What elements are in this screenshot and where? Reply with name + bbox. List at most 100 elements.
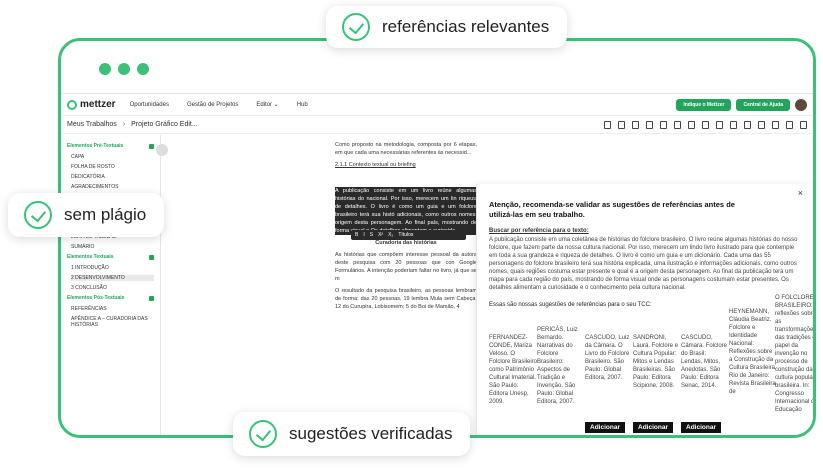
doc-paragraph: Como proposto na metodologia, composta p…	[335, 142, 477, 156]
callout-text: sem plágio	[64, 205, 147, 224]
doc-subheading: Curadoria das histórias	[375, 240, 437, 246]
doc-highlighted-text: A publicação consiste em um livro reúne …	[335, 187, 477, 235]
check-circle-icon	[249, 420, 277, 448]
toolbar-icon-15[interactable]	[800, 120, 807, 129]
strike-button[interactable]: S	[370, 232, 373, 238]
breadcrumb-project[interactable]: Projeto Gráfico Edit...	[131, 121, 198, 128]
window-controls	[99, 63, 149, 75]
toolbar-icon-3[interactable]	[632, 120, 639, 129]
sidebar-item-label: 2 DESENVOLVIMENTO	[71, 275, 125, 281]
add-reference-button[interactable]: Adicionar	[633, 422, 673, 433]
sidebar-collapse-button[interactable]	[156, 144, 168, 156]
sidebar-item-dedicatoria[interactable]: DEDICATÓRIA	[71, 174, 154, 180]
sidebar-item-label: AGRADECIMENTOS	[71, 184, 119, 190]
search-text: A publicação consiste em uma coletânea d…	[489, 237, 798, 291]
callout-no-plagiarism: sem plágio	[8, 193, 165, 237]
reference-item: CASCUDO, Câmara. Folclore do Brasil: Len…	[681, 335, 728, 389]
nav-actions: Indique o Mettzer Central de Ajuda	[676, 98, 807, 111]
marketing-stage: mettzer Oportunidades Gestão de Projetos…	[0, 0, 823, 468]
document-page[interactable]: Como proposto na metodologia, composta p…	[331, 135, 481, 435]
nav-hub[interactable]: Hub	[297, 102, 308, 108]
document-sidebar: Elementos Pré-Textuais CAPA FOLHA DE ROS…	[61, 135, 161, 435]
sidebar-item-label: FOLHA DE ROSTO	[71, 164, 115, 170]
sidebar-item-capa[interactable]: CAPA	[71, 154, 154, 160]
callout-relevant-references: referências relevantes	[326, 6, 568, 48]
sidebar-item-introducao[interactable]: 1 INTRODUÇÃO	[71, 265, 154, 271]
window-dot-3[interactable]	[137, 63, 149, 75]
format-toolbar: B I S X² X₂ Títulos	[351, 230, 466, 240]
subscript-button[interactable]: X₂	[388, 232, 393, 238]
italic-button[interactable]: I	[363, 232, 364, 238]
sidebar-section-title: Elementos Pós-Textuais	[67, 295, 125, 301]
reference-item: SANDRONI, Laurá. Folclore e Cultura Popu…	[633, 335, 679, 389]
document-toolbar	[604, 120, 807, 129]
toolbar-icon-10[interactable]	[730, 120, 737, 129]
chevron-right-icon: ›	[122, 121, 126, 128]
toolbar-icon-12[interactable]	[758, 120, 765, 129]
sidebar-section-post-textual[interactable]: Elementos Pós-Textuais	[67, 295, 154, 301]
editor-app: mettzer Oportunidades Gestão de Projetos…	[61, 93, 813, 435]
toolbar-icon-11[interactable]	[744, 120, 751, 129]
app-window-frame: mettzer Oportunidades Gestão de Projetos…	[58, 38, 816, 438]
sidebar-item-folha-rosto[interactable]: FOLHA DE ROSTO	[71, 164, 154, 170]
toolbar-icon-7[interactable]	[688, 120, 695, 129]
checkbox-icon[interactable]	[149, 295, 154, 301]
sidebar-item-label: APÊNDICE A – CURADORIA DAS HISTÓRIAS	[71, 316, 148, 328]
reference-list: FERNANDEZ-CONDE, Mariza Veloso. O Folclo…	[489, 295, 813, 433]
toolbar-icon-1[interactable]	[604, 120, 611, 129]
reference-item: HEYNEMANN, Cláudia Beatriz. Folclore e I…	[729, 309, 777, 395]
toolbar-icon-6[interactable]	[674, 120, 681, 129]
reference-suggestions-panel: × Atenção, recomenda-se validar as suges…	[476, 184, 813, 435]
sidebar-section-textual[interactable]: Elementos Textuais	[67, 254, 154, 260]
breadcrumb: Meus Trabalhos › Projeto Gráfico Edit...	[61, 116, 813, 134]
breadcrumb-my-works[interactable]: Meus Trabalhos	[67, 121, 117, 128]
check-circle-icon	[342, 13, 370, 41]
sidebar-item-conclusao[interactable]: 3 CONCLUSÃO	[71, 285, 154, 291]
headings-button[interactable]: Títulos	[398, 232, 413, 238]
bold-button[interactable]: B	[355, 232, 358, 238]
nav-opportunities[interactable]: Oportunidades	[130, 102, 169, 108]
doc-heading: 2.1.1 Contexto textual ou briefing	[335, 162, 416, 168]
logo-text: mettzer	[80, 99, 116, 110]
reference-item: FERNANDEZ-CONDE, Mariza Veloso. O Folclo…	[489, 335, 538, 405]
sidebar-section-pre-textual[interactable]: Elementos Pré-Textuais	[67, 143, 154, 149]
sidebar-item-label: 1 INTRODUÇÃO	[71, 265, 109, 271]
help-center-button[interactable]: Central de Ajuda	[736, 98, 790, 111]
toolbar-icon-9[interactable]	[716, 120, 723, 129]
sidebar-item-label: CAPA	[71, 154, 85, 160]
checkbox-icon[interactable]	[149, 254, 154, 260]
add-reference-button[interactable]: Adicionar	[681, 422, 721, 433]
toolbar-icon-2[interactable]	[618, 120, 625, 129]
window-dot-1[interactable]	[99, 63, 111, 75]
add-reference-button[interactable]: Adicionar	[585, 422, 625, 433]
logo-icon	[67, 99, 77, 110]
superscript-button[interactable]: X²	[378, 232, 383, 238]
toolbar-icon-4[interactable]	[646, 120, 653, 129]
callout-text: sugestões verificadas	[289, 424, 453, 443]
sidebar-section-title: Elementos Pré-Textuais	[67, 143, 124, 149]
window-dot-2[interactable]	[118, 63, 130, 75]
doc-spacer	[335, 173, 477, 183]
close-icon[interactable]: ×	[798, 188, 803, 198]
sidebar-item-label: REFERÊNCIAS	[71, 306, 107, 312]
check-circle-icon	[24, 201, 52, 229]
callout-verified-suggestions: sugestões verificadas	[233, 412, 471, 456]
sidebar-item-sumario[interactable]: SUMÁRIO	[71, 244, 154, 250]
sidebar-item-apendice[interactable]: APÊNDICE A – CURADORIA DAS HISTÓRIAS	[71, 316, 154, 328]
sidebar-item-referencias[interactable]: REFERÊNCIAS	[71, 306, 154, 312]
sidebar-item-agradecimentos[interactable]: AGRADECIMENTOS	[71, 184, 154, 190]
toolbar-icon-8[interactable]	[702, 120, 709, 129]
indicate-button[interactable]: Indique o Mettzer	[676, 98, 732, 111]
mettzer-logo[interactable]: mettzer	[67, 99, 116, 110]
toolbar-icon-13[interactable]	[772, 120, 779, 129]
checkbox-icon[interactable]	[149, 143, 154, 149]
doc-paragraph: O resultado da pesquisa brasileiro, as p…	[335, 288, 477, 310]
nav-editor[interactable]: Editor ⌄	[256, 101, 278, 108]
nav-project-management[interactable]: Gestão de Projetos	[187, 102, 238, 108]
sidebar-item-desenvolvimento[interactable]: 2 DESENVOLVIMENTO	[71, 275, 154, 281]
sidebar-item-label: 3 CONCLUSÃO	[71, 285, 107, 291]
user-avatar[interactable]	[795, 98, 807, 111]
toolbar-icon-14[interactable]	[786, 120, 793, 129]
reference-item: CASCUDO, Luiz da Câmara. O Livro do Folc…	[585, 335, 630, 381]
toolbar-icon-5[interactable]	[660, 120, 667, 129]
